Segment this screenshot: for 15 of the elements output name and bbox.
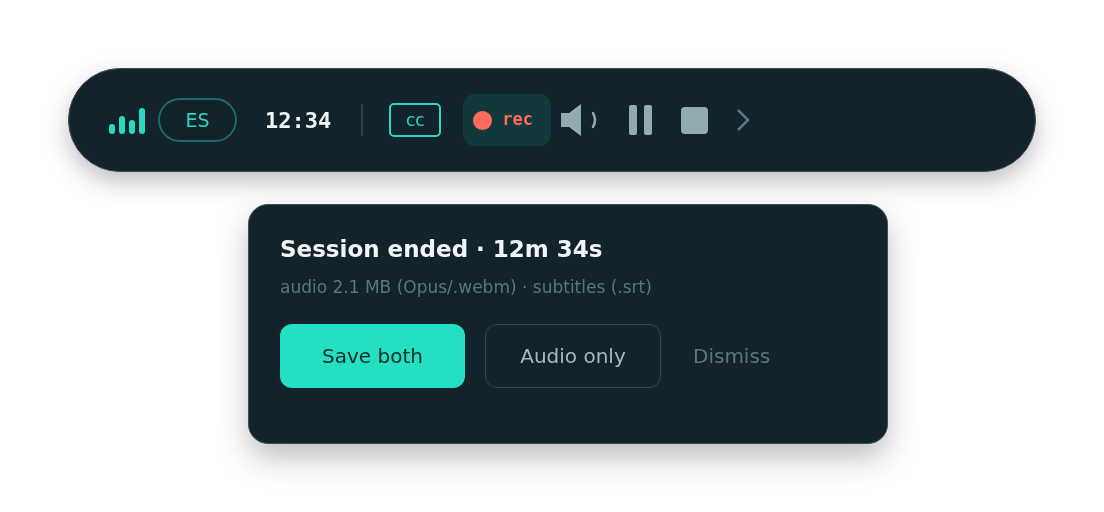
- chevron-right-icon: [736, 108, 751, 132]
- save-button[interactable]: Save both: [280, 324, 465, 389]
- dialog-subtitle: audio 2.1 MB (Opus/.webm) · subtitles (.srt): [280, 275, 653, 299]
- pause-icon: [629, 105, 653, 135]
- stop-icon: [681, 106, 709, 134]
- language-button[interactable]: ES: [158, 98, 237, 142]
- signal-icon: [109, 106, 145, 134]
- pause-button[interactable]: [629, 105, 653, 135]
- more-button[interactable]: [736, 108, 751, 132]
- record-button[interactable]: rec: [463, 94, 552, 146]
- audio-only-button[interactable]: Audio only: [485, 324, 661, 389]
- dialog-title: Session ended · 12m 34s: [280, 235, 604, 264]
- stop-button[interactable]: [681, 106, 709, 134]
- captions-button[interactable]: cc: [389, 103, 442, 137]
- elapsed-time: 12:34: [265, 106, 332, 135]
